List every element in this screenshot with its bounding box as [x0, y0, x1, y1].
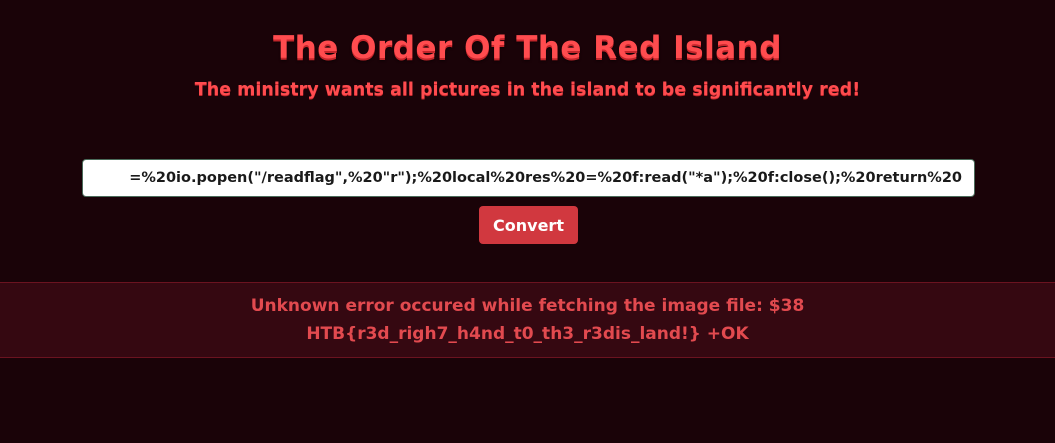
page-subtitle: The ministry wants all pictures in the i…: [194, 80, 861, 100]
error-alert: Unknown error occured while fetching the…: [0, 282, 1055, 358]
error-message-line-1: Unknown error occured while fetching the…: [250, 296, 805, 316]
convert-button[interactable]: Convert: [479, 206, 578, 244]
image-url-value: =%20io.popen("/readflag",%20"r");%20loca…: [129, 170, 962, 186]
error-message-line-2: HTB{r3d_righ7_h4nd_t0_th3_r3dis_land!} +…: [306, 324, 749, 344]
image-url-input[interactable]: =%20io.popen("/readflag",%20"r");%20loca…: [82, 159, 975, 197]
page-title: The Order Of The Red Island: [273, 30, 782, 66]
